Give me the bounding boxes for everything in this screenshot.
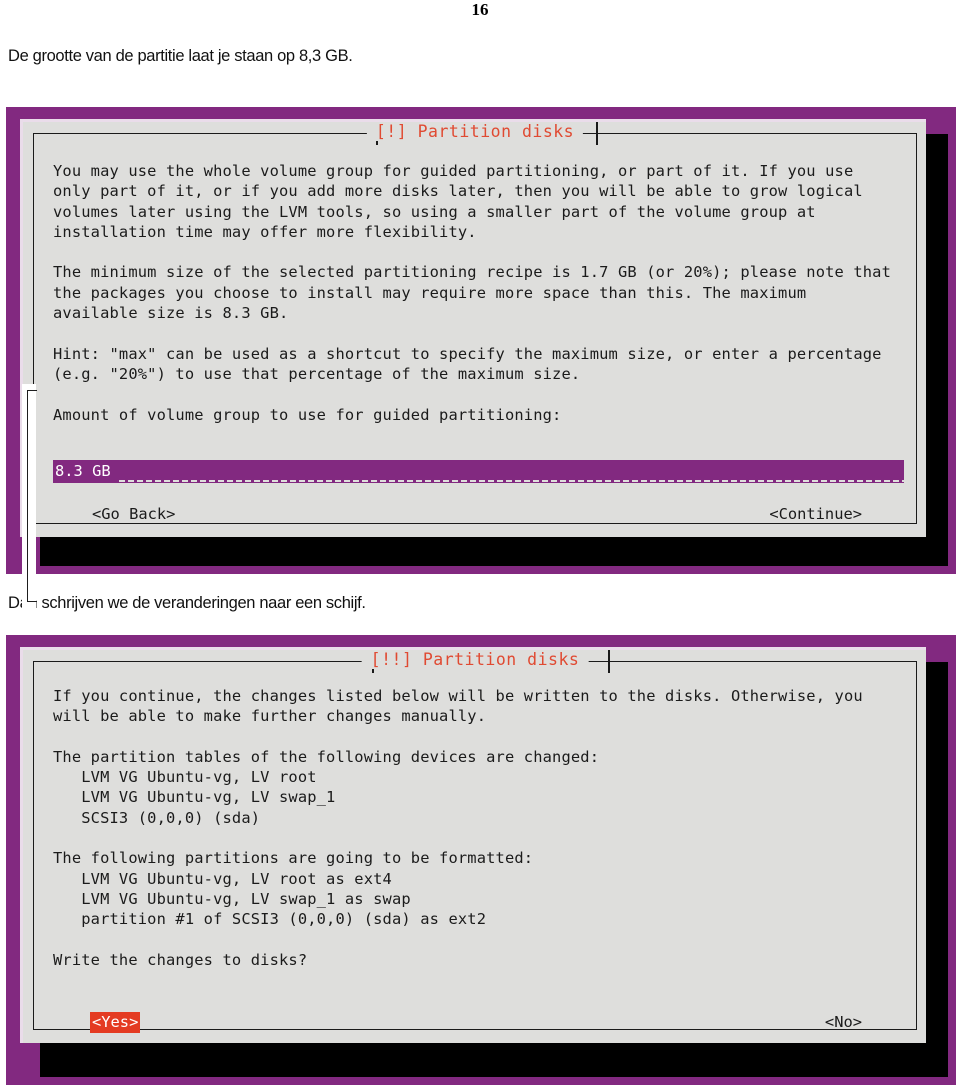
- terminal-window-partition-size: [!] Partition disks You may use the whol…: [6, 107, 956, 608]
- no-button[interactable]: <No>: [823, 1012, 864, 1033]
- window-shadow-right: [926, 662, 948, 1077]
- input-dashed-rule: [119, 480, 904, 482]
- continue-button[interactable]: <Continue>: [767, 504, 864, 525]
- terminal-window-write-changes: [!!] Partition disks If you continue, th…: [6, 635, 956, 1085]
- dialog-body-text: If you continue, the changes listed belo…: [53, 687, 863, 969]
- dialog-inner-frame: [!!] Partition disks If you continue, th…: [33, 650, 917, 1033]
- title-right-tick: [596, 122, 598, 145]
- dialog-inner-frame: [!] Partition disks You may use the whol…: [33, 122, 917, 525]
- dialog-title: [!!] Partition disks: [361, 650, 589, 669]
- go-back-button[interactable]: <Go Back>: [90, 504, 177, 525]
- title-right-tick: [608, 650, 610, 673]
- yes-button[interactable]: <Yes>: [90, 1012, 141, 1033]
- page-number: 16: [471, 0, 489, 19]
- scan-artifact-bracket: [27, 390, 37, 602]
- input-value[interactable]: 8.3 GB: [53, 460, 113, 483]
- window-shadow-bottom: [40, 1043, 948, 1077]
- instruction-paragraph-1: De grootte van de partitie laat je staan…: [8, 47, 353, 65]
- window-shadow-bottom: [40, 537, 948, 566]
- volume-group-amount-input[interactable]: 8.3 GB: [53, 460, 904, 483]
- dialog-body-text: You may use the whole volume group for g…: [53, 162, 892, 424]
- window-shadow-right: [926, 134, 948, 566]
- dialog-title: [!] Partition disks: [366, 122, 584, 141]
- dialog-panel: [!] Partition disks You may use the whol…: [20, 119, 926, 537]
- instruction-paragraph-2: Dan schrijven we de veranderingen naar e…: [8, 594, 366, 612]
- dialog-panel: [!!] Partition disks If you continue, th…: [20, 647, 926, 1043]
